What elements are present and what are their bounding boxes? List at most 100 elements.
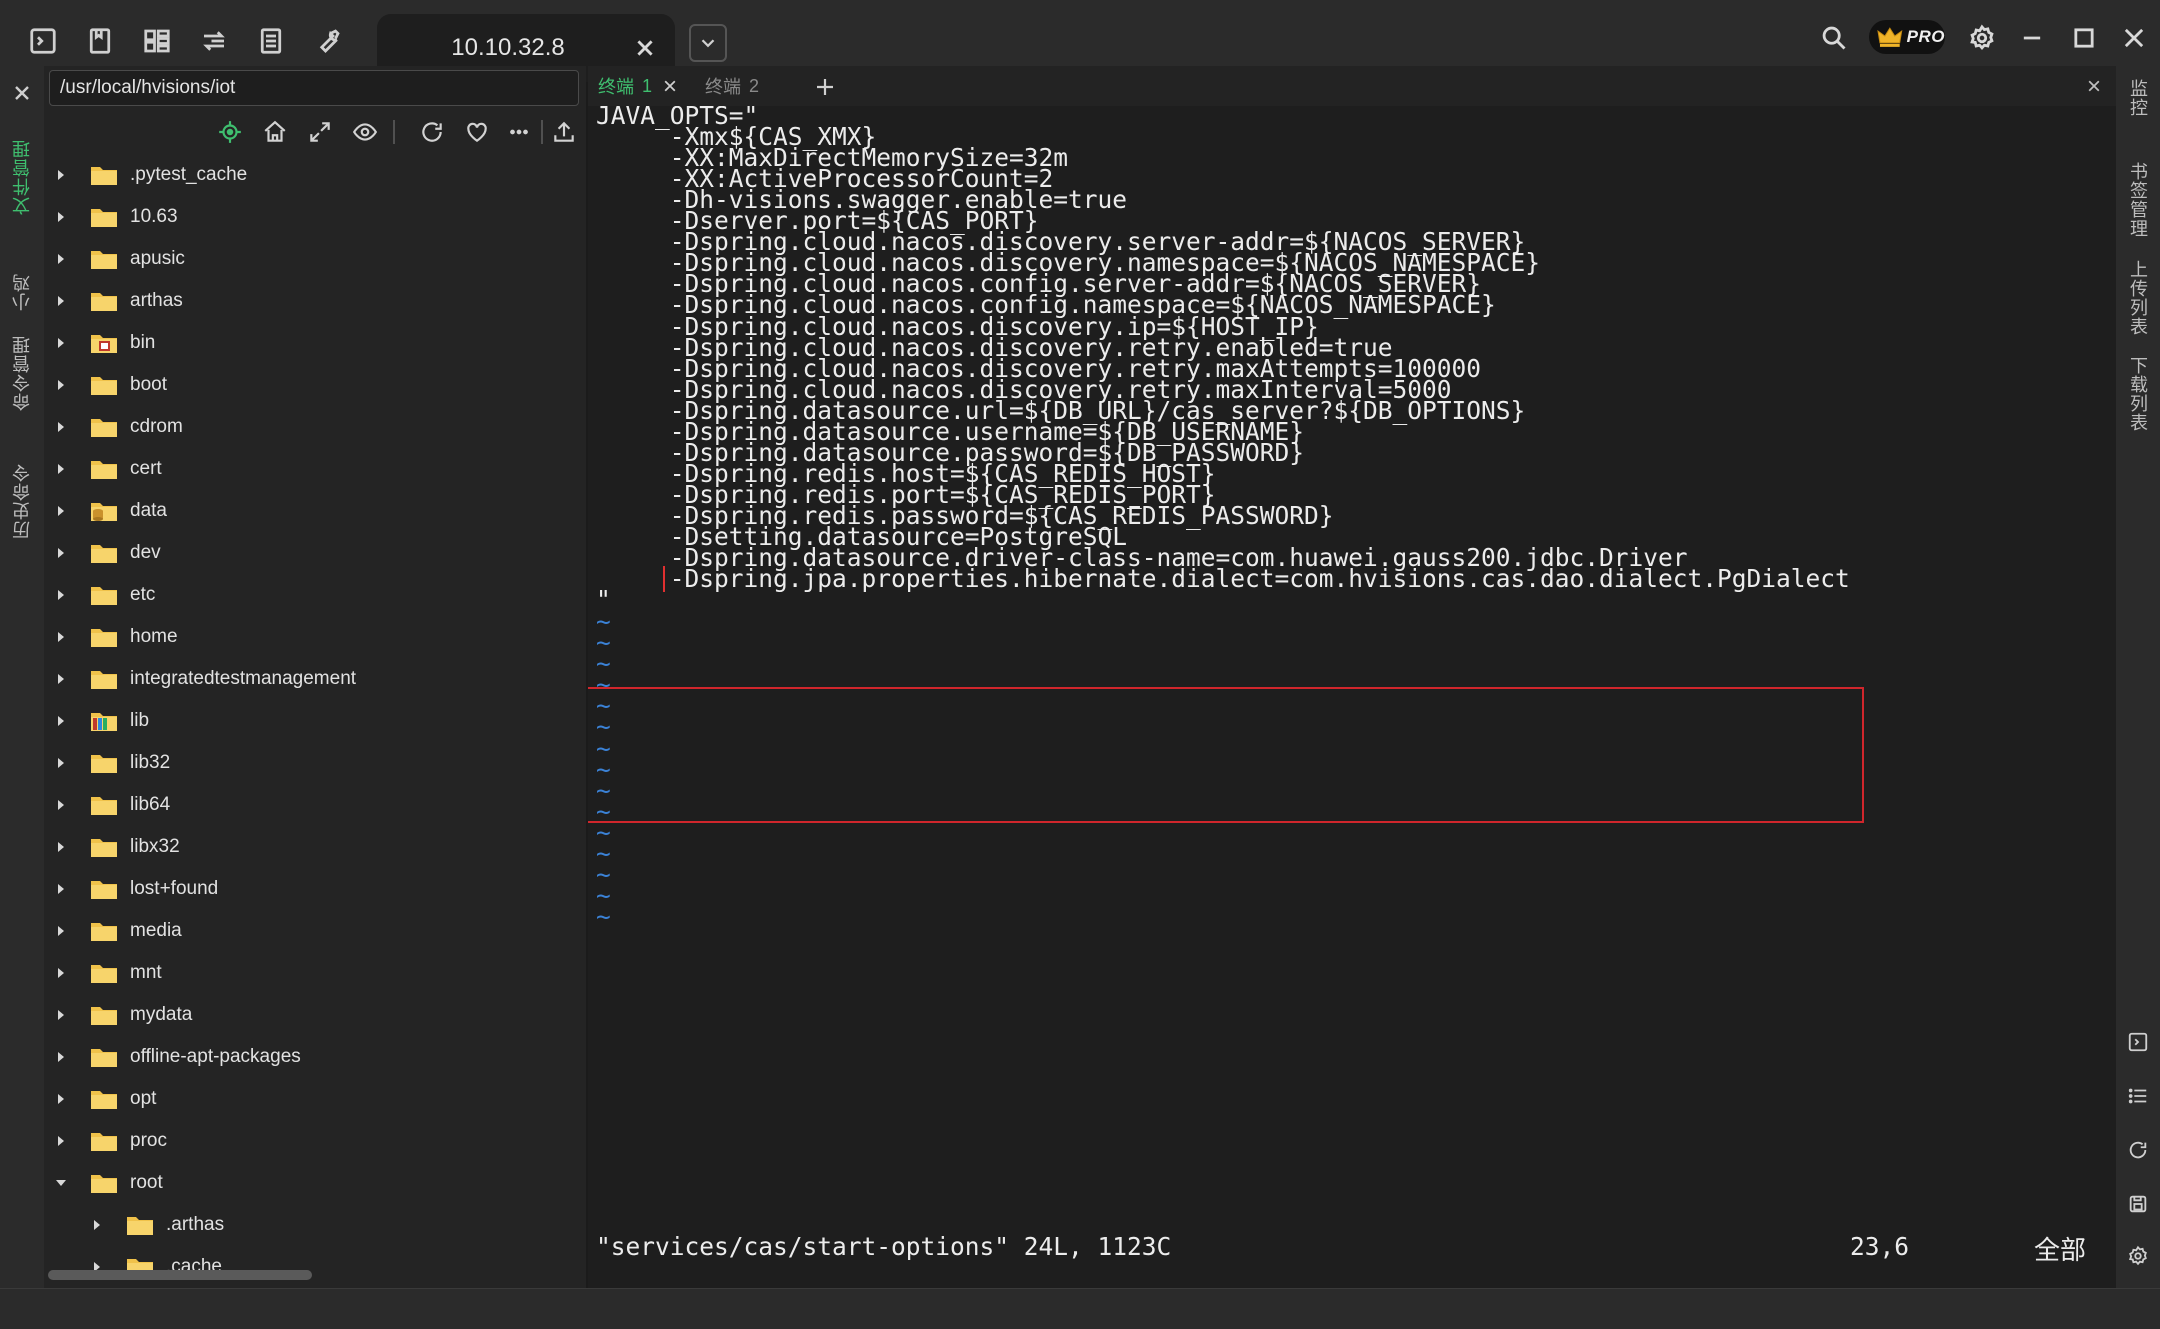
caret-right-icon[interactable] bbox=[50, 1130, 72, 1152]
caret-right-icon[interactable] bbox=[50, 164, 72, 186]
tree-item[interactable]: home bbox=[50, 616, 178, 658]
tree-item[interactable]: .pytest_cache bbox=[50, 154, 247, 196]
rtab-download-list[interactable]: 下载列表 bbox=[2122, 356, 2154, 432]
tree-item[interactable]: etc bbox=[50, 574, 155, 616]
tree-item[interactable]: lib32 bbox=[50, 742, 170, 784]
caret-right-icon[interactable] bbox=[50, 542, 72, 564]
document-list-icon[interactable] bbox=[252, 22, 290, 60]
caret-right-icon[interactable] bbox=[50, 710, 72, 732]
caret-right-icon[interactable] bbox=[50, 920, 72, 942]
refresh-icon[interactable] bbox=[2124, 1136, 2152, 1164]
rtab-upload-list[interactable]: 上传列表 bbox=[2122, 260, 2154, 336]
window-close-button[interactable] bbox=[2112, 16, 2156, 60]
tree-item[interactable]: lib64 bbox=[50, 784, 170, 826]
tree-item[interactable]: opt bbox=[50, 1078, 156, 1120]
terminal-tab-bar: 终端 1 终端 2 bbox=[588, 66, 2116, 106]
tree-item[interactable]: boot bbox=[50, 364, 167, 406]
pro-badge[interactable]: PRO bbox=[1869, 20, 1945, 54]
home-icon[interactable] bbox=[257, 114, 293, 150]
caret-right-icon[interactable] bbox=[50, 500, 72, 522]
tree-item[interactable]: arthas bbox=[50, 280, 183, 322]
upload-icon[interactable] bbox=[546, 114, 582, 150]
toolbar-divider bbox=[541, 120, 543, 144]
caret-right-icon[interactable] bbox=[50, 1004, 72, 1026]
tree-item[interactable]: data bbox=[50, 490, 167, 532]
expand-icon[interactable] bbox=[302, 114, 338, 150]
tree-item[interactable]: cert bbox=[50, 448, 162, 490]
caret-right-icon[interactable] bbox=[50, 794, 72, 816]
search-icon[interactable] bbox=[1812, 16, 1856, 60]
close-panel-icon[interactable] bbox=[7, 78, 37, 108]
bookmark-icon[interactable] bbox=[81, 22, 119, 60]
refresh-icon[interactable] bbox=[414, 114, 450, 150]
terminal-icon[interactable] bbox=[24, 22, 62, 60]
caret-down-icon[interactable] bbox=[50, 1172, 72, 1194]
caret-right-icon[interactable] bbox=[50, 374, 72, 396]
list-icon[interactable] bbox=[2124, 1082, 2152, 1110]
caret-right-icon[interactable] bbox=[50, 248, 72, 270]
minimize-button[interactable] bbox=[2010, 16, 2054, 60]
tree-item-label: boot bbox=[130, 374, 167, 395]
tree-item-label: home bbox=[130, 626, 178, 647]
locate-target-icon[interactable] bbox=[212, 114, 248, 150]
rtab-monitor[interactable]: 监控 bbox=[2122, 72, 2154, 124]
tree-item[interactable]: proc bbox=[50, 1120, 167, 1162]
tree-item[interactable]: lib bbox=[50, 700, 149, 742]
eye-icon[interactable] bbox=[347, 114, 383, 150]
tree-item[interactable]: media bbox=[50, 910, 182, 952]
close-terminal-icon[interactable] bbox=[2084, 76, 2104, 96]
path-input[interactable] bbox=[50, 71, 578, 105]
tree-item[interactable]: bin bbox=[50, 322, 155, 364]
vtab-history-commands[interactable]: 历史命令 bbox=[6, 434, 38, 568]
caret-right-icon[interactable] bbox=[50, 458, 72, 480]
tree-item[interactable]: dev bbox=[50, 532, 161, 574]
horizontal-scrollbar[interactable] bbox=[48, 1270, 312, 1280]
settings-gear-icon[interactable] bbox=[1960, 16, 2004, 60]
settings-gear-icon[interactable] bbox=[2124, 1242, 2152, 1270]
wrench-icon[interactable] bbox=[309, 22, 347, 60]
layout-grid-icon[interactable] bbox=[138, 22, 176, 60]
caret-right-icon[interactable] bbox=[50, 752, 72, 774]
caret-right-icon[interactable] bbox=[50, 290, 72, 312]
save-icon[interactable] bbox=[2124, 1190, 2152, 1218]
caret-right-icon[interactable] bbox=[50, 878, 72, 900]
caret-right-icon[interactable] bbox=[50, 416, 72, 438]
tree-item[interactable]: mydata bbox=[50, 994, 192, 1036]
caret-right-icon[interactable] bbox=[50, 836, 72, 858]
tab-terminal-2[interactable]: 终端 2 bbox=[705, 66, 759, 106]
terminal-panel-icon[interactable] bbox=[2124, 1028, 2152, 1056]
vtab-command-manager[interactable]: 命令管理 bbox=[6, 306, 38, 440]
rtab-bookmark-manager[interactable]: 书签管理 bbox=[2122, 162, 2154, 238]
caret-right-icon[interactable] bbox=[50, 962, 72, 984]
caret-right-icon[interactable] bbox=[50, 1046, 72, 1068]
caret-right-icon[interactable] bbox=[50, 584, 72, 606]
heart-icon[interactable] bbox=[459, 114, 495, 150]
tree-item[interactable]: .arthas bbox=[86, 1204, 224, 1246]
add-terminal-icon[interactable] bbox=[812, 74, 838, 100]
caret-right-icon[interactable] bbox=[86, 1214, 108, 1236]
tree-item[interactable]: 10.63 bbox=[50, 196, 178, 238]
tree-item[interactable]: libx32 bbox=[50, 826, 180, 868]
maximize-button[interactable] bbox=[2062, 16, 2106, 60]
caret-right-icon[interactable] bbox=[50, 1088, 72, 1110]
close-icon[interactable] bbox=[629, 32, 661, 64]
tree-item[interactable]: offline-apt-packages bbox=[50, 1036, 301, 1078]
tree-item[interactable]: cdrom bbox=[50, 406, 183, 448]
tree-item[interactable]: mnt bbox=[50, 952, 162, 994]
tree-item[interactable]: integratedtestmanagement bbox=[50, 658, 356, 700]
caret-right-icon[interactable] bbox=[50, 668, 72, 690]
caret-right-icon[interactable] bbox=[50, 626, 72, 648]
close-icon[interactable] bbox=[660, 76, 680, 96]
tree-item[interactable]: .cache bbox=[86, 1246, 222, 1288]
tree-item[interactable]: apusic bbox=[50, 238, 185, 280]
split-arrows-icon[interactable] bbox=[195, 22, 233, 60]
tree-item[interactable]: lost+found bbox=[50, 868, 218, 910]
vtab-file-manager[interactable]: 文件管理 bbox=[6, 112, 38, 242]
more-icon[interactable] bbox=[501, 114, 537, 150]
caret-right-icon[interactable] bbox=[50, 332, 72, 354]
terminal-screen[interactable]: JAVA_OPTS=" -Xmx${CAS_XMX} -XX:MaxDirect… bbox=[588, 106, 2116, 1288]
tab-terminal-1[interactable]: 终端 1 bbox=[598, 66, 680, 106]
caret-right-icon[interactable] bbox=[50, 206, 72, 228]
tree-item[interactable]: root bbox=[50, 1162, 163, 1204]
tab-dropdown-button[interactable] bbox=[689, 24, 727, 62]
